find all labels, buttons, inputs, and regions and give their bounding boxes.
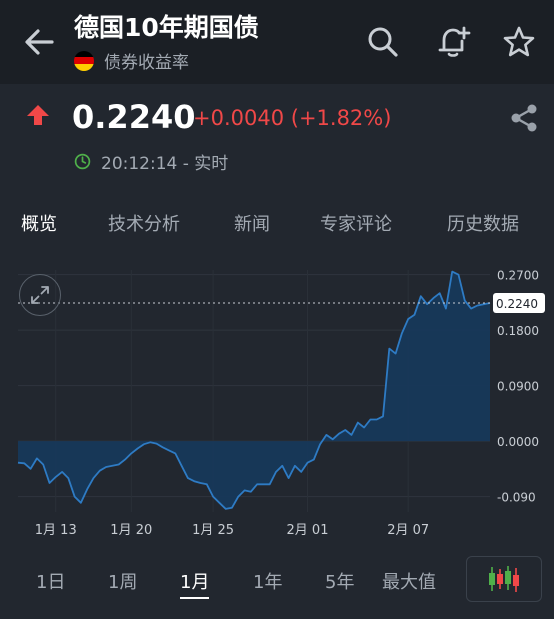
x-tick-label: 1月 13 [35, 523, 77, 538]
quote-panel: 0.2240 +0.0040 (+1.82%) 20:12:14 - 实时 [0, 84, 554, 194]
expand-icon [31, 286, 49, 304]
range-1-week[interactable]: 1周 [108, 568, 137, 594]
search-icon [368, 27, 398, 57]
page-title: 德国10年期国债 [74, 13, 259, 42]
x-tick-label: 1月 25 [192, 523, 234, 538]
yield-chart[interactable]: 0.2700 0.1800 0.0900 0.0000 -0.090 0.2240 1月 1… [0, 250, 554, 540]
range-5-year[interactable]: 5年 [325, 568, 354, 594]
last-value-label: 0.2240 [496, 297, 538, 311]
arrow-up-icon [27, 105, 49, 125]
y-tick-label: 0.2700 [497, 269, 539, 283]
range-1-day[interactable]: 1日 [36, 568, 65, 594]
last-price: 0.2240 [72, 98, 196, 136]
y-tick-label: 0.1800 [497, 324, 539, 338]
share-button[interactable] [508, 102, 540, 134]
bell-plus-icon [438, 26, 471, 57]
star-icon [503, 26, 535, 57]
chart-type-button[interactable] [466, 556, 542, 602]
add-alert-button[interactable] [434, 22, 474, 62]
tab-technical-analysis[interactable]: 技术分析 [108, 210, 180, 236]
tab-expert-opinion[interactable]: 专家评论 [320, 210, 392, 236]
price-change: +0.0040 (+1.82%) [193, 106, 392, 130]
section-tabs: 概览 技术分析 新闻 专家评论 历史数据 [0, 194, 554, 250]
time-row: 20:12:14 - 实时 [74, 149, 228, 174]
instrument-type: 债券收益率 [104, 53, 189, 73]
germany-flag-icon [74, 50, 94, 71]
y-tick-label: -0.090 [497, 491, 536, 505]
subtitle-row: 债券收益率 [74, 48, 189, 73]
series-area-fill [18, 271, 490, 509]
share-icon [511, 104, 537, 132]
time-range-selector: 1日 1周 1月 1年 5年 最大值 [0, 548, 554, 610]
range-1-year[interactable]: 1年 [253, 568, 282, 594]
arrow-left-icon [25, 29, 54, 55]
update-time: 20:12:14 - 实时 [101, 154, 229, 174]
tab-news[interactable]: 新闻 [234, 210, 270, 236]
tab-overview[interactable]: 概览 [21, 210, 57, 236]
top-bar: 德国10年期国债 债券收益率 [0, 0, 554, 84]
y-tick-label: 0.0900 [497, 380, 539, 394]
tab-historical-data[interactable]: 历史数据 [447, 210, 519, 236]
range-1-month[interactable]: 1月 [180, 568, 210, 599]
x-tick-label: 2月 01 [287, 523, 329, 538]
x-tick-label: 1月 20 [110, 523, 152, 538]
expand-chart-button[interactable] [19, 274, 61, 316]
clock-icon [74, 153, 91, 170]
favorite-button[interactable] [499, 22, 539, 62]
y-tick-label: 0.0000 [497, 435, 539, 449]
back-button[interactable] [20, 22, 60, 62]
range-max[interactable]: 最大值 [382, 568, 436, 594]
search-button[interactable] [363, 22, 403, 62]
x-tick-label: 2月 07 [387, 523, 429, 538]
candlestick-icon [489, 566, 519, 592]
